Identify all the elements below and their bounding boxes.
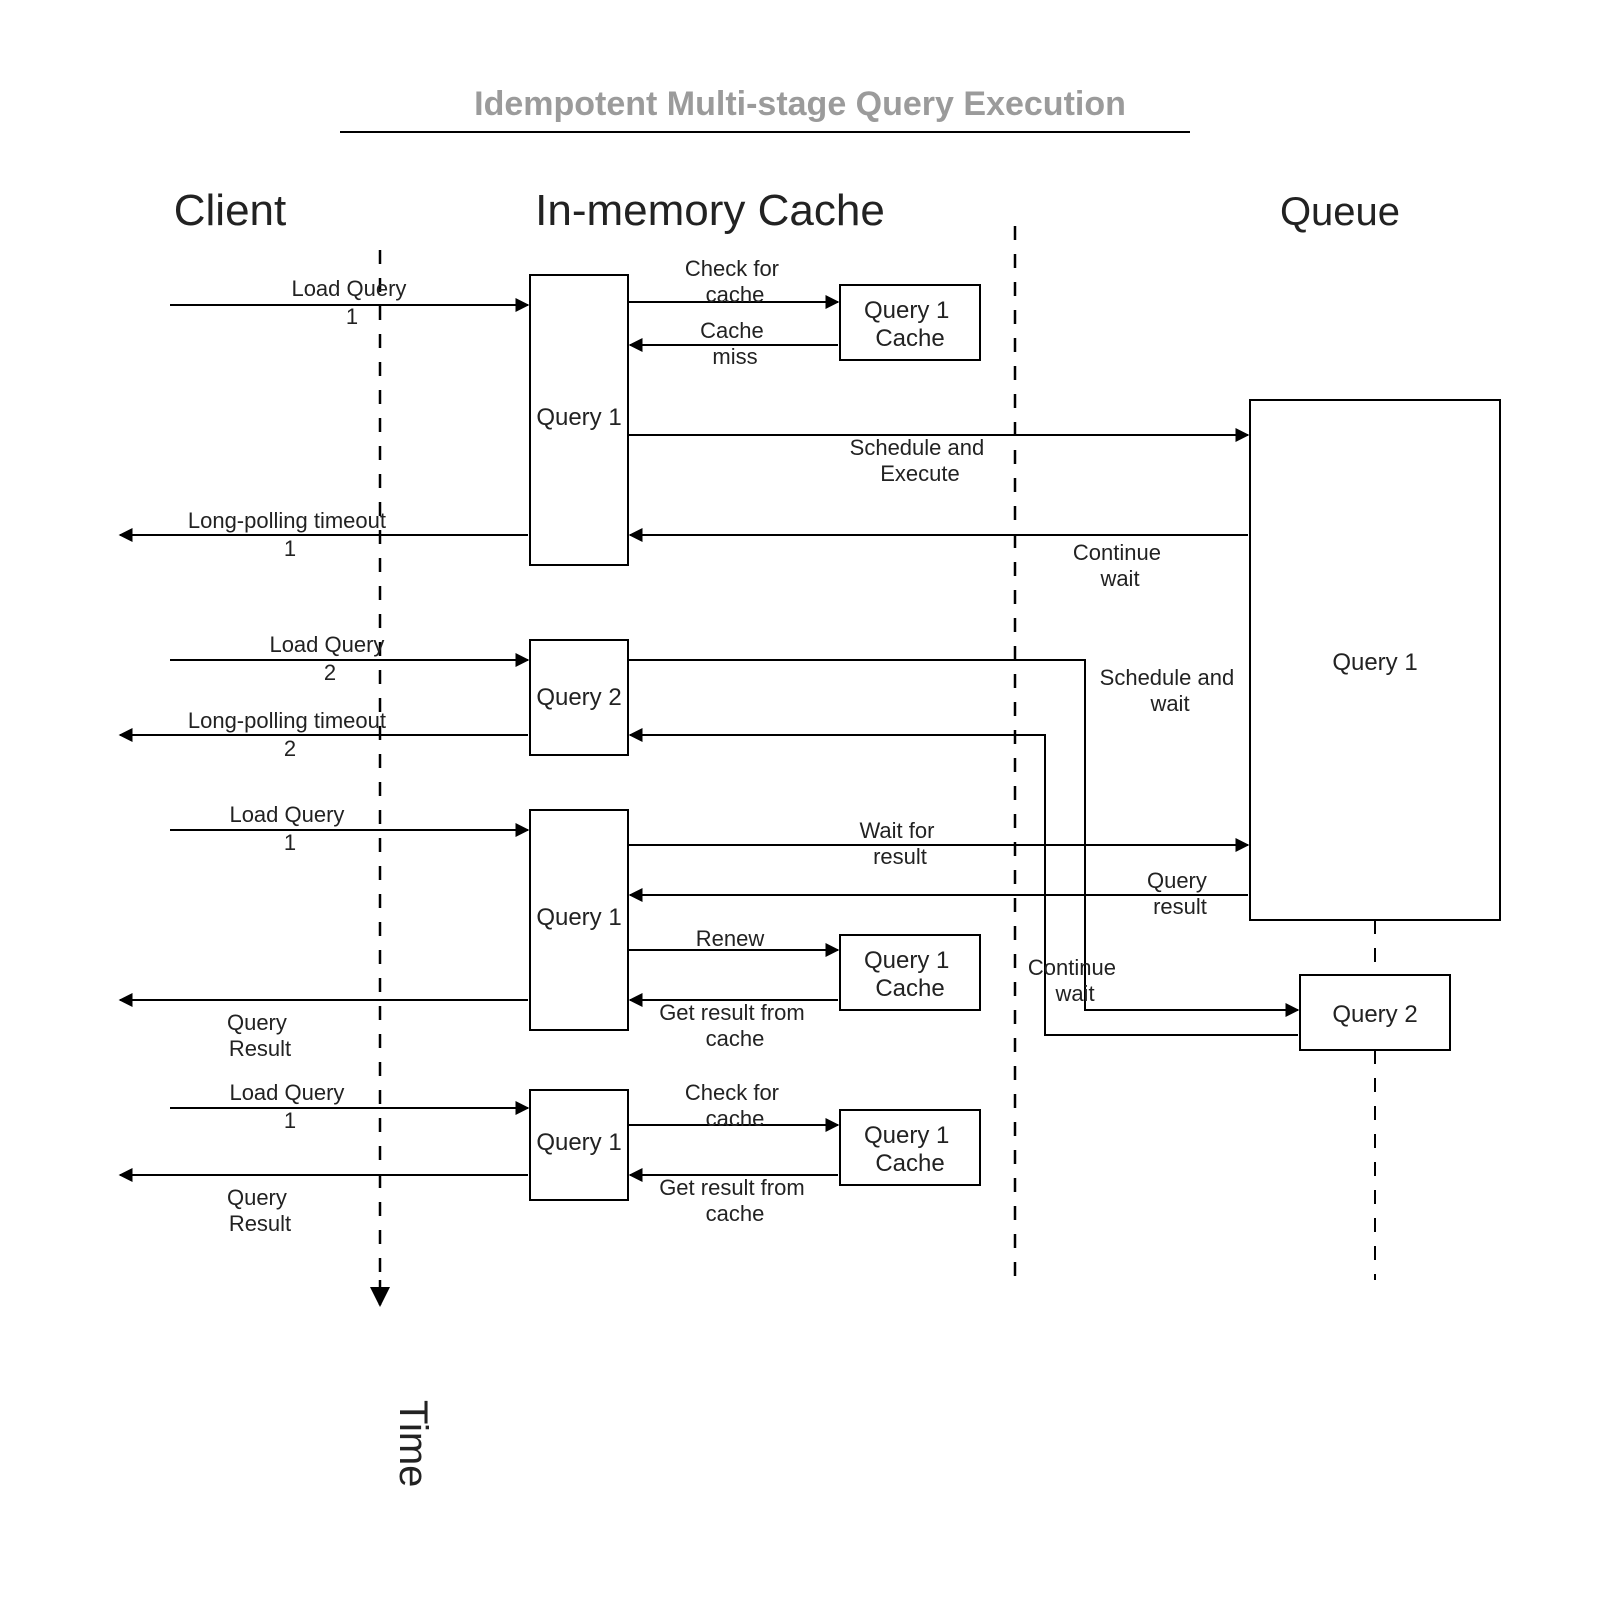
msg-wait-result-label: Wait for result <box>859 818 940 869</box>
lane-queue-label: Queue <box>1280 190 1400 234</box>
diagram-title: Idempotent Multi-stage Query Execution <box>474 85 1126 123</box>
activation-query1-c-label: Query 1 <box>536 1129 621 1156</box>
msg-continue-wait-1-label: Continue wait <box>1073 540 1167 591</box>
queue-box-q1-label: Query 1 <box>1332 649 1417 676</box>
lane-client-label: Client <box>174 186 287 235</box>
msg-query-result-client-1-label: Query Result <box>227 1010 293 1061</box>
msg-renew-label: Renew <box>696 926 765 951</box>
msg-continue-wait-2-label: Continue wait <box>1028 955 1122 1006</box>
cache-box-q1-c-label: Query 1 Cache <box>864 1122 956 1177</box>
msg-check-cache-2-label: Check for cache <box>685 1080 785 1131</box>
diagram-canvas: Idempotent Multi-stage Query Execution C… <box>0 0 1600 1617</box>
msg-load-query-1b-label: Load Query 1 <box>229 802 350 855</box>
msg-load-query-1c-label: Load Query 1 <box>229 1080 350 1133</box>
time-axis-label: Time <box>391 1400 435 1487</box>
queue-box-q2-label: Query 2 <box>1332 1001 1417 1028</box>
cache-box-q1-b-label: Query 1 Cache <box>864 947 956 1002</box>
msg-load-query-1a-label: Load Query 1 <box>291 276 412 329</box>
msg-cache-miss-label: Cache miss <box>700 318 770 369</box>
msg-load-query-2-label: Load Query 2 <box>269 632 390 685</box>
msg-query-result-client-2-label: Query Result <box>227 1185 293 1236</box>
activation-query1-a-label: Query 1 <box>536 404 621 431</box>
msg-schedule-execute-label: Schedule and Execute <box>850 435 991 486</box>
msg-get-from-cache-2-label: Get result from cache <box>659 1175 811 1226</box>
activation-query2-label: Query 2 <box>536 684 621 711</box>
msg-check-cache-1-label: Check for cache <box>685 256 785 307</box>
activation-query1-b-label: Query 1 <box>536 904 621 931</box>
msg-query-result-label: Query result <box>1147 868 1213 919</box>
lane-cache-label: In-memory Cache <box>535 186 885 235</box>
msg-get-from-cache-1-label: Get result from cache <box>659 1000 811 1051</box>
cache-box-q1-a-label: Query 1 Cache <box>864 297 956 352</box>
msg-schedule-wait-label: Schedule and wait <box>1100 665 1241 716</box>
